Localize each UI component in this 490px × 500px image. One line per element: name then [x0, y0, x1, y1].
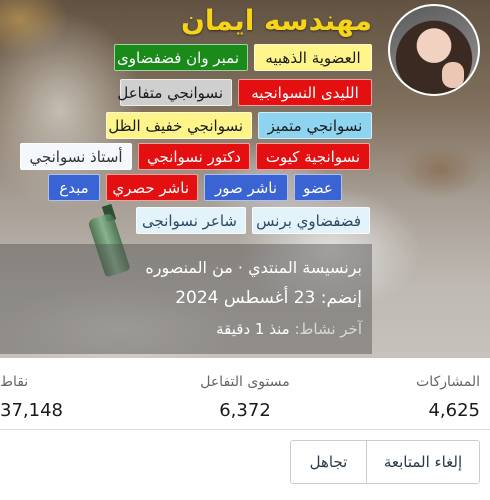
- stat-posts-value: 4,625: [428, 400, 480, 421]
- badge-lady: الليدى النسوانجيه: [238, 79, 372, 106]
- badge-member: عضو: [294, 174, 342, 201]
- stat-posts-label: المشاركات: [416, 374, 480, 390]
- badge-number-one: نمبر وان فضفضاوى: [114, 44, 248, 71]
- badge-cute: نسوانجية كيوت: [256, 143, 370, 170]
- stat-engagement[interactable]: مستوى التفاعل 6,372: [170, 358, 320, 430]
- last-active-value: منذ 1 دقيقة: [216, 320, 290, 338]
- badge-gold-membership: العضوية الذهبيه: [254, 44, 372, 71]
- badge-doctor: دكتور نسوانجي: [138, 143, 250, 170]
- stat-points-label: نقاط: [0, 374, 29, 390]
- profile-actions: إلغاء المتابعة تجاهل: [290, 440, 480, 484]
- avatar-hand: [442, 62, 464, 88]
- badge-distinguished: نسوانجي متميز: [258, 112, 372, 139]
- profile-info-panel: برنسيسة المنتدي · من المنصوره إنضم: 23 أ…: [0, 244, 372, 354]
- badge-professor: أستاذ نسوانجي: [20, 143, 132, 170]
- badge-poet: شاعر نسوانجى: [136, 207, 246, 234]
- badge-exclusive-publisher: ناشر حصري: [106, 174, 198, 201]
- stat-posts[interactable]: المشاركات 4,625: [330, 358, 480, 430]
- role-location: برنسيسة المنتدي · من المنصوره: [145, 258, 362, 277]
- last-active-label: آخر نشاط:: [294, 320, 362, 338]
- ignore-button[interactable]: تجاهل: [291, 441, 367, 483]
- badge-creative: مبدع: [48, 174, 100, 201]
- last-active: آخر نشاط: منذ 1 دقيقة: [216, 320, 362, 338]
- stat-points-value: 37,148: [0, 400, 63, 421]
- badge-prince: فضفضاوي برنس: [252, 207, 370, 234]
- profile-stats: المشاركات 4,625 مستوى التفاعل 6,372 نقاط…: [0, 358, 490, 430]
- unfollow-button[interactable]: إلغاء المتابعة: [367, 441, 479, 483]
- joined-date: إنضم: 23 أغسطس 2024: [175, 288, 362, 308]
- stat-engagement-label: مستوى التفاعل: [200, 374, 290, 390]
- stat-points[interactable]: نقاط 37,148: [0, 358, 150, 430]
- badge-active: نسوانجي متفاعل: [117, 79, 232, 106]
- stat-engagement-value: 6,372: [219, 400, 271, 421]
- profile-name: مهندسه ايمان: [181, 4, 372, 37]
- badge-photo-publisher: ناشر صور: [204, 174, 288, 201]
- badge-light-hearted: نسوانجي خفيف الظل: [106, 112, 252, 139]
- avatar[interactable]: [388, 4, 480, 96]
